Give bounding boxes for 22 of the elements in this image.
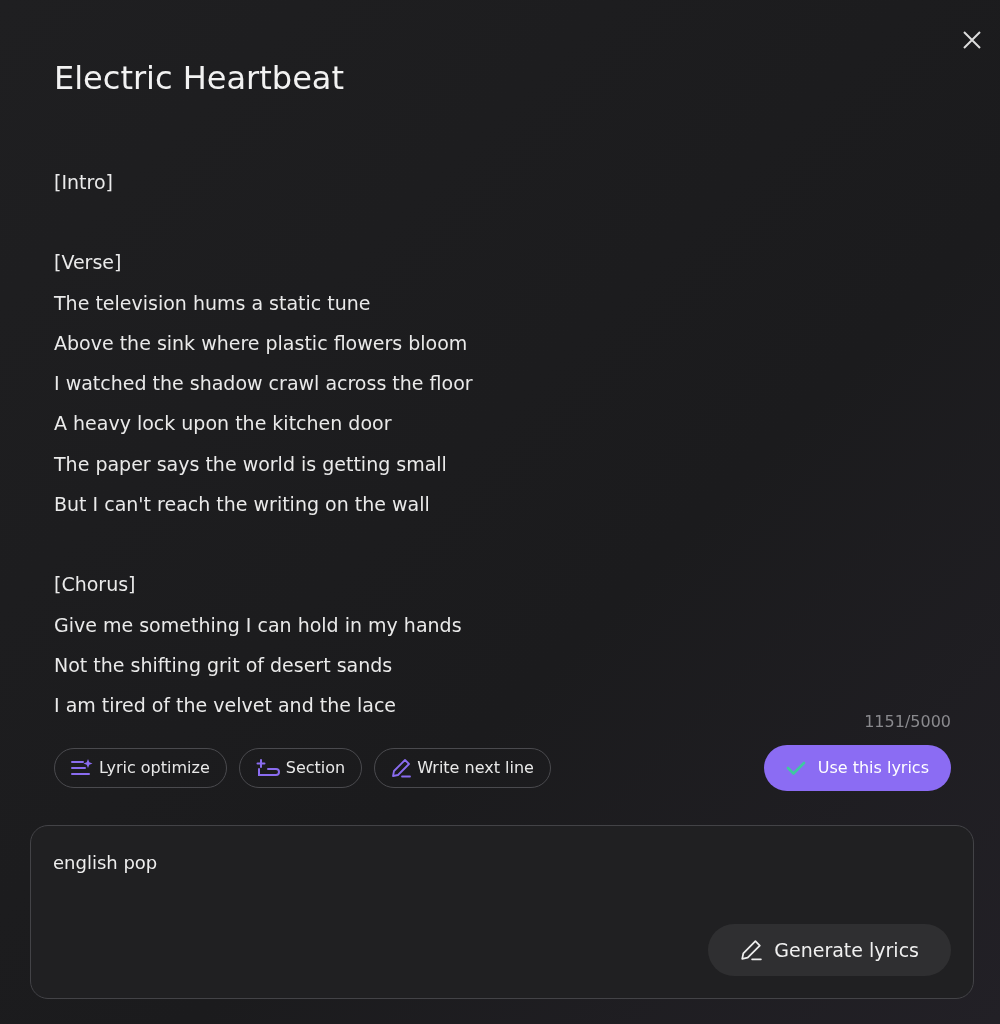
lyric-line: [Chorus] (54, 572, 136, 598)
lyric-line: The television hums a static tune (54, 290, 371, 316)
lyric-line: I am tired of the velvet and the lace (54, 693, 397, 719)
lyric-line: But I can't reach the writing on the wall (54, 492, 430, 518)
use-lyrics-button[interactable]: Use this lyrics (763, 744, 951, 791)
lyric-line: I watched the shadow crawl across the floor (54, 371, 473, 397)
lyric-line: Give me something I can hold in my hands (54, 612, 462, 638)
lyric-line: The paper says the world is getting small (54, 451, 447, 477)
generate-lyrics-button[interactable]: Generate lyrics (708, 923, 951, 976)
lyric-line: [Verse] (54, 250, 122, 276)
dialog-title: Electric Heartbeat (54, 58, 345, 99)
pen-icon (391, 757, 412, 778)
lyric-line: Above the sink where plastic flowers bloom (54, 330, 468, 356)
lyric-line: A heavy lock upon the kitchen door (54, 411, 392, 437)
add-section-icon (255, 758, 280, 777)
prompt-field[interactable]: english pop Generate lyrics (30, 824, 974, 999)
check-icon (785, 759, 806, 776)
lyric-line: Not the shifting grit of desert sands (54, 652, 393, 678)
character-counter: 1151/5000 (864, 711, 951, 731)
sparkle-list-icon (71, 758, 93, 777)
pen-icon (740, 938, 763, 961)
lyric-line: [Intro] (54, 170, 113, 195)
